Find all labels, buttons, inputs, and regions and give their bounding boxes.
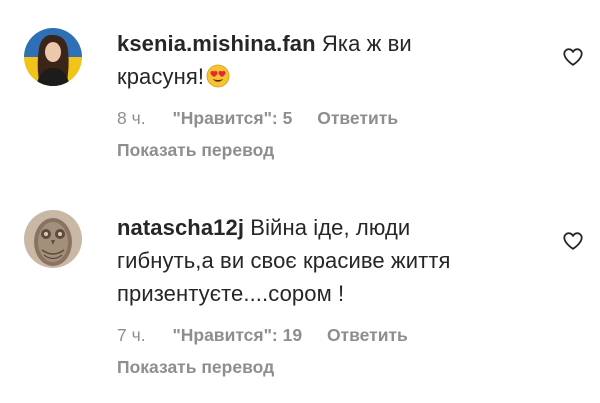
reply-button[interactable]: Ответить	[327, 325, 408, 345]
comment-timestamp: 7 ч.	[117, 325, 146, 345]
comment-text-line-1: Яка ж ви	[321, 31, 412, 56]
comment-meta: 7 ч. "Нравится": 19 Ответить	[117, 322, 547, 348]
heart-eyes-emoji-icon	[206, 64, 230, 88]
heart-outline-icon[interactable]	[562, 230, 584, 252]
comment-meta: 8 ч. "Нравится": 5 Ответить	[117, 105, 547, 131]
show-translation-button[interactable]: Показать перевод	[117, 137, 547, 163]
comment-text: natascha12j Війна іде, люди гибнуть,а ви…	[117, 211, 547, 310]
comment-username[interactable]: natascha12j	[117, 215, 244, 240]
comment-username[interactable]: ksenia.mishina.fan	[117, 31, 316, 56]
likes-count-link[interactable]: "Нравится": 5	[172, 108, 292, 128]
heart-outline-icon[interactable]	[562, 46, 584, 68]
comment-text: ksenia.mishina.fan Яка ж ви красуня!	[117, 27, 547, 93]
comment-item: ksenia.mishina.fan Яка ж ви красуня! 8 ч…	[0, 0, 600, 200]
comment-text-line-1: Війна іде, люди	[250, 215, 411, 240]
comment-text-line-2: гибнуть,а ви своє красиве життя	[117, 248, 451, 273]
comment-timestamp: 8 ч.	[117, 108, 146, 128]
avatar[interactable]	[24, 210, 82, 268]
comment-text-line-2: красуня!	[117, 64, 205, 89]
comment-text-line-3: призентуєте....сором !	[117, 281, 345, 306]
reply-button[interactable]: Ответить	[317, 108, 398, 128]
avatar[interactable]	[24, 28, 82, 86]
show-translation-button[interactable]: Показать перевод	[117, 354, 547, 380]
likes-count-link[interactable]: "Нравится": 19	[172, 325, 302, 345]
comment-item: natascha12j Війна іде, люди гибнуть,а ви…	[0, 200, 600, 403]
